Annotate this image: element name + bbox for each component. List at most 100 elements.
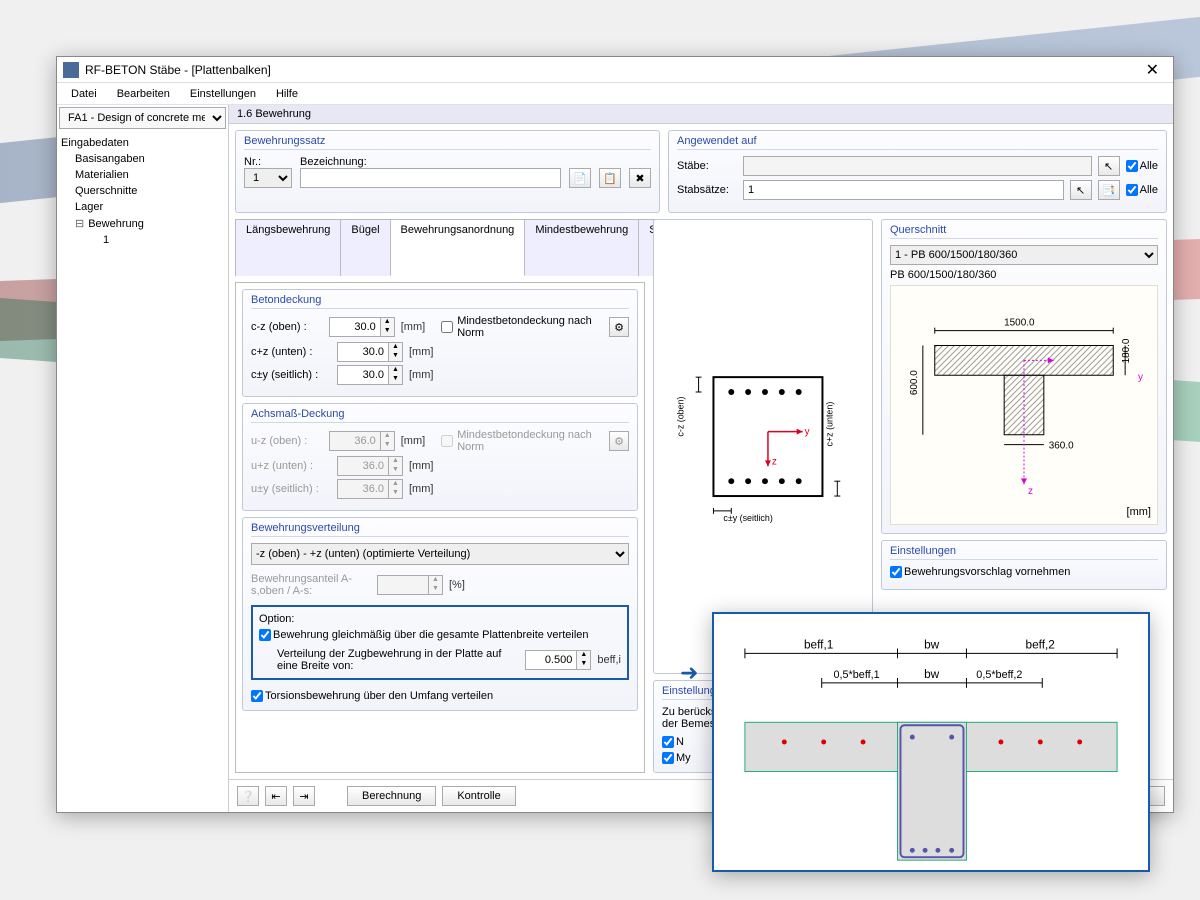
svg-text:bw: bw bbox=[924, 637, 940, 651]
anteil-label: Bewehrungsanteil A-s,oben / A-s: bbox=[251, 573, 371, 597]
svg-text:z: z bbox=[1028, 486, 1033, 497]
tabs: Längsbewehrung Bügel Bewehrungsanordnung… bbox=[235, 219, 645, 276]
axis-settings-button: ⚙ bbox=[609, 431, 629, 451]
menu-datei[interactable]: Datei bbox=[63, 85, 105, 103]
min-cover-chk[interactable]: Mindestbetondeckung nach Norm bbox=[441, 315, 603, 339]
uz-oben-input: ▲▼ bbox=[329, 431, 395, 451]
titlebar: RF-BETON Stäbe - [Plattenbalken] ✕ bbox=[57, 57, 1173, 83]
group-title-einst-r: Einstellungen bbox=[890, 545, 1158, 560]
tab-buegel[interactable]: Bügel bbox=[340, 219, 390, 276]
new-set-button[interactable]: 📄 bbox=[569, 168, 591, 188]
help-button[interactable]: ❔ bbox=[237, 786, 259, 806]
menubar: Datei Bearbeiten Einstellungen Hilfe bbox=[57, 83, 1173, 105]
qs-select[interactable]: 1 - PB 600/1500/180/360 bbox=[890, 245, 1158, 265]
svg-text:beff,1: beff,1 bbox=[804, 637, 833, 651]
opt-chk-gleichmaessig[interactable]: Bewehrung gleichmäßig über die gesamte P… bbox=[259, 629, 589, 641]
section-preview: y z c-z (oben) c+z (unten) c±y (seitlich… bbox=[653, 219, 873, 674]
svg-text:0,5*beff,1: 0,5*beff,1 bbox=[834, 669, 880, 681]
svg-text:bw: bw bbox=[924, 667, 940, 681]
cover-settings-button[interactable]: ⚙ bbox=[609, 317, 629, 337]
stabsaetze-label: Stabsätze: bbox=[677, 184, 737, 196]
verteilung-select[interactable]: -z (oben) - +z (unten) (optimierte Verte… bbox=[251, 543, 629, 565]
svg-text:c±y (seitlich): c±y (seitlich) bbox=[723, 513, 772, 523]
berechnung-button[interactable]: Berechnung bbox=[347, 786, 436, 806]
copy-set-button[interactable]: 📋 bbox=[599, 168, 621, 188]
option-beff-input[interactable]: ▲▼ bbox=[525, 650, 591, 670]
svg-text:c-z (oben): c-z (oben) bbox=[676, 396, 686, 436]
chk-vorschlag[interactable]: Bewehrungsvorschlag vornehmen bbox=[890, 566, 1070, 578]
delete-set-button[interactable]: ✖ bbox=[629, 168, 651, 188]
menu-bearbeiten[interactable]: Bearbeiten bbox=[109, 85, 178, 103]
stabsaetze-input[interactable] bbox=[743, 180, 1064, 200]
prev-button[interactable]: ⇤ bbox=[265, 786, 287, 806]
staebe-label: Stäbe: bbox=[677, 160, 737, 172]
qs-drawing: 1500.0 180.0 600.0 360.0 y z [mm] bbox=[890, 285, 1158, 525]
cy-seit-label: c±y (seitlich) : bbox=[251, 369, 331, 381]
cy-seit-input[interactable]: ▲▼ bbox=[337, 365, 403, 385]
bez-input[interactable] bbox=[300, 168, 561, 188]
anteil-input: ▲▼ bbox=[377, 575, 443, 595]
menu-einstellungen[interactable]: Einstellungen bbox=[182, 85, 264, 103]
staebe-input[interactable] bbox=[743, 156, 1092, 176]
cz-unten-label: c+z (unten) : bbox=[251, 346, 331, 358]
svg-text:c+z (unten): c+z (unten) bbox=[824, 402, 834, 447]
pick-staebe-button[interactable]: ↖ bbox=[1098, 156, 1120, 176]
svg-text:180.0: 180.0 bbox=[1121, 338, 1132, 363]
stabsaetze-list-button[interactable]: 📑 bbox=[1098, 180, 1120, 200]
kontrolle-button[interactable]: Kontrolle bbox=[442, 786, 515, 806]
group-achsmass: Achsmaß-Deckung u-z (oben) : ▲▼ [mm] Min… bbox=[242, 403, 638, 511]
nr-label: Nr.: bbox=[244, 156, 292, 168]
tree-bewehrung-1[interactable]: 1 bbox=[61, 232, 224, 248]
svg-text:1500.0: 1500.0 bbox=[1004, 318, 1035, 329]
svg-text:z: z bbox=[772, 456, 777, 467]
cz-unten-input[interactable]: ▲▼ bbox=[337, 342, 403, 362]
next-button[interactable]: ⇥ bbox=[293, 786, 315, 806]
min-axis-chk: Mindestbetondeckung nach Norm bbox=[441, 429, 603, 453]
window-title: RF-BETON Stäbe - [Plattenbalken] bbox=[85, 63, 1138, 77]
group-title-verteilung: Bewehrungsverteilung bbox=[251, 522, 629, 537]
chk-My[interactable]: My bbox=[662, 752, 712, 764]
close-button[interactable]: ✕ bbox=[1138, 60, 1167, 80]
group-einstellungen-right: Einstellungen Bewehrungsvorschlag vorneh… bbox=[881, 540, 1167, 590]
tab-bewehrungsanordnung[interactable]: Bewehrungsanordnung bbox=[390, 219, 526, 276]
tree-bewehrung[interactable]: Bewehrung bbox=[61, 215, 224, 232]
group-bewehrungssatz: Bewehrungssatz Nr.: 1 Bezeichnung: 📄 bbox=[235, 130, 660, 213]
tree-querschnitte[interactable]: Querschnitte bbox=[61, 183, 224, 199]
group-title-qs: Querschnitt bbox=[890, 224, 1158, 239]
chk-N[interactable]: N bbox=[662, 736, 712, 748]
tree-root[interactable]: Eingabedaten bbox=[61, 135, 224, 151]
case-select[interactable]: FA1 - Design of concrete memb bbox=[59, 107, 226, 129]
app-icon bbox=[63, 62, 79, 78]
menu-hilfe[interactable]: Hilfe bbox=[268, 85, 306, 103]
stabsaetze-alle-chk[interactable]: Alle bbox=[1126, 184, 1158, 196]
svg-text:0,5*beff,2: 0,5*beff,2 bbox=[976, 669, 1022, 681]
pick-stabsaetze-button[interactable]: ↖ bbox=[1070, 180, 1092, 200]
qs-label: PB 600/1500/180/360 bbox=[890, 269, 1158, 281]
option-header: Option: bbox=[259, 613, 621, 625]
tab-laengsbewehrung[interactable]: Längsbewehrung bbox=[235, 219, 341, 276]
svg-text:y: y bbox=[805, 427, 810, 438]
nr-select[interactable]: 1 bbox=[244, 168, 292, 188]
cz-oben-input[interactable]: ▲▼ bbox=[329, 317, 395, 337]
bez-label: Bezeichnung: bbox=[300, 156, 561, 168]
uz-oben-label: u-z (oben) : bbox=[251, 435, 323, 447]
torsion-chk[interactable]: Torsionsbewehrung über den Umfang vertei… bbox=[251, 690, 629, 702]
staebe-alle-chk[interactable]: Alle bbox=[1126, 160, 1158, 172]
tree-materialien[interactable]: Materialien bbox=[61, 167, 224, 183]
tree-lager[interactable]: Lager bbox=[61, 199, 224, 215]
uy-seit-label: u±y (seitlich) : bbox=[251, 483, 331, 495]
group-verteilung: Bewehrungsverteilung -z (oben) - +z (unt… bbox=[242, 517, 638, 711]
tree-basisangaben[interactable]: Basisangaben bbox=[61, 151, 224, 167]
uy-seit-input: ▲▼ bbox=[337, 479, 403, 499]
tab-mindestbewehrung[interactable]: Mindestbewehrung bbox=[524, 219, 639, 276]
group-title-achsmass: Achsmaß-Deckung bbox=[251, 408, 629, 423]
uz-unten-input: ▲▼ bbox=[337, 456, 403, 476]
option-subtext: Verteilung der Zugbewehrung in der Platt… bbox=[277, 648, 519, 672]
group-querschnitt: Querschnitt 1 - PB 600/1500/180/360 PB 6… bbox=[881, 219, 1167, 534]
callout: beff,1 bw beff,2 0,5*beff,1 bw 0,5*beff,… bbox=[712, 612, 1150, 872]
qs-unit: [mm] bbox=[1127, 506, 1151, 518]
svg-text:360.0: 360.0 bbox=[1049, 441, 1074, 452]
svg-text:y: y bbox=[1138, 372, 1143, 383]
uz-unten-label: u+z (unten) : bbox=[251, 460, 331, 472]
group-angewendet: Angewendet auf Stäbe: ↖ Alle Stabsätze: … bbox=[668, 130, 1167, 213]
